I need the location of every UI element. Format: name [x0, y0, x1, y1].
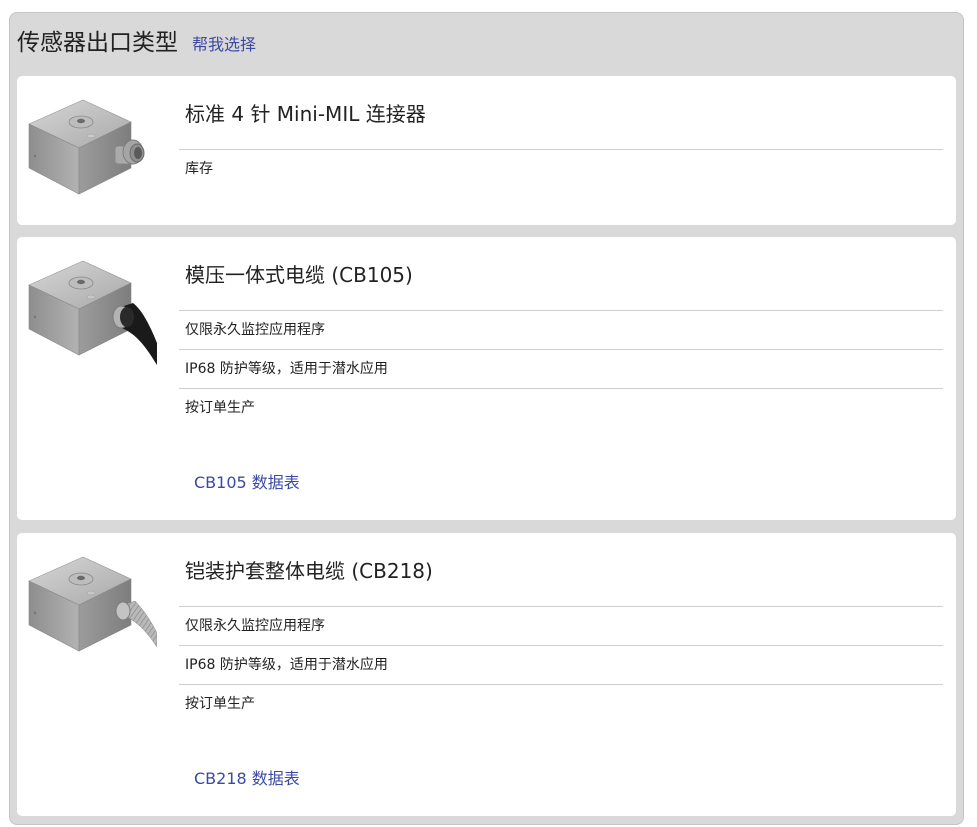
option-card-mini-mil-connector[interactable]: 标准 4 针 Mini-MIL 连接器 库存 [17, 76, 956, 225]
page-title: 传感器出口类型 [17, 30, 178, 56]
option-card-body: 铠装护套整体电缆 (CB218) 仅限永久监控应用程序 IP68 防护等级，适用… [179, 533, 943, 723]
cb105-datasheet-link[interactable]: CB105 数据表 [194, 469, 300, 493]
option-card-cb218-cable[interactable]: 铠装护套整体电缆 (CB218) 仅限永久监控应用程序 IP68 防护等级，适用… [17, 533, 956, 816]
option-feature: 按订单生产 [185, 400, 255, 416]
panel-header: 传感器出口类型 帮我选择 [17, 23, 256, 59]
option-card-cb105-cable[interactable]: 模压一体式电缆 (CB105) 仅限永久监控应用程序 IP68 防护等级，适用于… [17, 237, 956, 520]
option-title: 模压一体式电缆 (CB105) [179, 237, 943, 311]
option-feature: 按订单生产 [185, 696, 255, 712]
option-title: 标准 4 针 Mini-MIL 连接器 [179, 76, 943, 150]
help-me-choose-link[interactable]: 帮我选择 [192, 31, 256, 55]
cb218-datasheet-link[interactable]: CB218 数据表 [194, 765, 300, 789]
sensor-exit-type-panel: 传感器出口类型 帮我选择 标准 4 针 Mini-MIL 连接器 库存 模压一体… [9, 12, 964, 825]
option-feature: 仅限永久监控应用程序 [179, 311, 943, 350]
option-card-body: 标准 4 针 Mini-MIL 连接器 库存 [179, 76, 943, 188]
option-feature: IP68 防护等级，适用于潜水应用 [179, 350, 943, 389]
option-feature: 仅限永久监控应用程序 [179, 607, 943, 646]
sensor-armored-cable-icon [28, 556, 157, 652]
option-card-body: 模压一体式电缆 (CB105) 仅限永久监控应用程序 IP68 防护等级，适用于… [179, 237, 943, 427]
option-feature: IP68 防护等级，适用于潜水应用 [179, 646, 943, 685]
option-feature: 库存 [185, 161, 213, 177]
sensor-molded-cable-icon [28, 260, 157, 365]
sensor-connector-icon [28, 99, 145, 195]
option-title: 铠装护套整体电缆 (CB218) [179, 533, 943, 607]
